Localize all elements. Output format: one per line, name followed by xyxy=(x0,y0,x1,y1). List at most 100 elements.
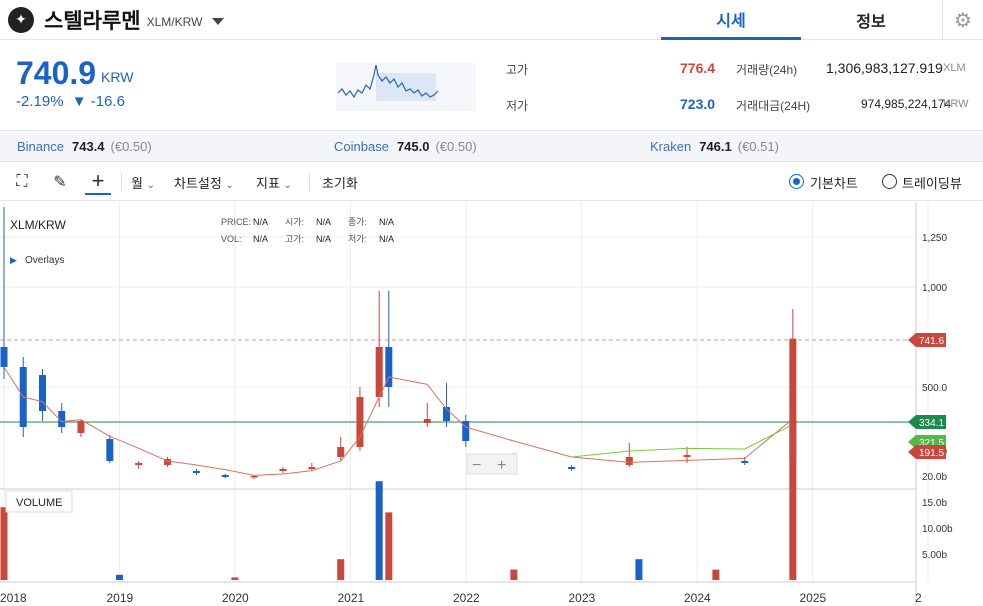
chevron-down-icon: ⌄ xyxy=(146,180,155,191)
candle-body xyxy=(0,347,8,367)
toolbar-divider xyxy=(121,173,122,191)
volume-bar xyxy=(0,507,8,580)
volume-24h-unit: XLM xyxy=(943,62,966,74)
legend-vol-value: N/A xyxy=(253,234,268,244)
candle-body xyxy=(568,467,576,469)
volume-bar xyxy=(375,481,383,580)
price-tag-label: 191.5 xyxy=(919,448,944,459)
indicators-select[interactable]: 지표 ⌄ xyxy=(256,173,292,192)
volume-bar xyxy=(231,577,239,580)
candle-body xyxy=(192,471,200,473)
legend-low-label: 저가: xyxy=(348,234,367,244)
x-tick-label: 2023 xyxy=(569,591,596,605)
indicators-label: 지표 xyxy=(256,176,280,191)
fullscreen-icon[interactable]: ⛶ xyxy=(9,169,35,195)
price-tags: 741.6334.1321.5191.5 xyxy=(908,333,946,459)
volume-bar xyxy=(510,569,518,580)
volume-label: VOLUME xyxy=(16,497,62,509)
exchange-eur: (€0.50) xyxy=(435,139,477,154)
chart-grid xyxy=(0,202,929,582)
y-tick-label: 1,250 xyxy=(922,233,947,244)
exchange-coinbase[interactable]: Coinbase 745.0 (€0.50) xyxy=(334,139,477,154)
mini-sparkline-chart xyxy=(336,63,476,111)
y-tick-label: 1,000 xyxy=(922,283,947,294)
gear-icon[interactable]: ⚙ xyxy=(942,0,983,40)
price-chart[interactable]: 1,2501,000500.0 25.0b20.0b15.0b10.00b5.0… xyxy=(0,202,983,606)
volume-bar xyxy=(115,574,123,580)
legend-price-label: PRICE: xyxy=(221,217,251,227)
sparkline xyxy=(337,64,439,101)
zoom-in-button[interactable]: + xyxy=(497,457,506,474)
price-change: -2.19% ▼ -16.6 xyxy=(16,93,125,110)
exchange-eur: (€0.50) xyxy=(110,139,152,154)
chart-settings-label: 차트설정 xyxy=(174,176,222,191)
volume-bar xyxy=(635,559,643,580)
pencil-draw-icon[interactable]: ✎ xyxy=(47,169,73,195)
amount-24h-label: 거래대금(24H) xyxy=(736,99,811,113)
legend-price-value: N/A xyxy=(253,217,268,227)
legend-high-value: N/A xyxy=(316,234,331,244)
exchange-name: Coinbase xyxy=(334,139,389,154)
basic-chart-label: 기본차트 xyxy=(810,176,858,191)
low-value: 723.0 xyxy=(680,96,716,112)
exchange-price: 745.0 xyxy=(396,139,430,154)
candle-body xyxy=(38,375,46,411)
candle-body xyxy=(337,447,345,457)
exchange-price: 743.4 xyxy=(71,139,105,154)
amount-24h-value: 974,985,224,174 xyxy=(861,97,952,111)
chart-symbol: XLM/KRW xyxy=(10,218,66,232)
volume-24h-value: 1,306,983,127.919 xyxy=(826,60,943,76)
exchange-kraken[interactable]: Kraken 746.1 (€0.51) xyxy=(650,139,779,154)
overlays-toggle[interactable]: Overlays xyxy=(25,255,64,266)
y-tick-label: 500.0 xyxy=(922,383,947,394)
ma-long-line xyxy=(571,424,794,458)
tab-info[interactable]: 정보 xyxy=(801,0,941,40)
exchange-name: Kraken xyxy=(650,139,692,154)
overlays-triangle-icon[interactable]: ▶ xyxy=(10,255,17,265)
candle-body xyxy=(77,421,85,433)
price-axis-ticks: 1,250 1,000 500.0 xyxy=(922,233,947,394)
volume-24h-label: 거래량(24h) xyxy=(736,63,798,77)
price-tag-label: 334.1 xyxy=(919,418,944,429)
volume-tick-label: 20.0b xyxy=(922,472,947,483)
basic-chart-radio[interactable] xyxy=(789,174,804,189)
exchange-price-bar: Binance 743.4 (€0.50) Coinbase 745.0 (€0.50)… xyxy=(0,130,983,162)
time-axis-ticks: 2018 2019 2020 2021 2022 2023 2024 2025 2 xyxy=(0,591,922,605)
x-tick-label: 2024 xyxy=(684,591,711,605)
legend-open-label: 시가: xyxy=(285,217,304,227)
zoom-out-button[interactable]: − xyxy=(472,457,481,474)
candle-body xyxy=(683,455,691,457)
candle-body xyxy=(279,469,287,471)
low-label: 저가 xyxy=(506,99,529,113)
toolbar-divider xyxy=(309,173,310,191)
volume-tick-label: 15.0b xyxy=(922,498,947,509)
candle-body xyxy=(135,463,143,465)
change-absolute: ▼ -16.6 xyxy=(71,93,125,110)
period-select[interactable]: 월 ⌄ xyxy=(131,173,155,192)
volume-tick-label: 5.00b xyxy=(922,550,947,561)
legend-close-label: 종가: xyxy=(348,217,367,227)
coin-pair: XLM/KRW xyxy=(146,14,203,29)
chevron-down-icon: ⌄ xyxy=(283,180,292,191)
tradingview-radio[interactable] xyxy=(882,174,897,189)
tab-quote[interactable]: 시세 xyxy=(661,0,801,40)
volume-bar xyxy=(789,418,797,580)
volume-bar xyxy=(385,512,393,580)
crosshair-icon[interactable]: + xyxy=(85,168,111,195)
reset-button[interactable]: 초기화 xyxy=(322,173,358,192)
chart-settings-select[interactable]: 차트설정 ⌄ xyxy=(174,173,234,192)
volume-bar xyxy=(337,559,345,580)
chevron-down-icon: ⌄ xyxy=(225,180,234,191)
price-tag-label: 741.6 xyxy=(919,336,944,347)
legend-low-value: N/A xyxy=(379,234,394,244)
change-percent: -2.19% xyxy=(16,93,64,110)
exchange-binance[interactable]: Binance 743.4 (€0.50) xyxy=(17,139,152,154)
legend-open-value: N/A xyxy=(316,217,331,227)
legend-close-value: N/A xyxy=(379,217,394,227)
high-label: 고가 xyxy=(506,63,529,77)
candle-body xyxy=(308,467,316,469)
x-tick-label: 2021 xyxy=(338,591,365,605)
x-tick-label: 2022 xyxy=(453,591,480,605)
coin-select-chevron-down-icon[interactable] xyxy=(212,17,225,25)
volume-tick-label: 10.00b xyxy=(922,524,953,535)
